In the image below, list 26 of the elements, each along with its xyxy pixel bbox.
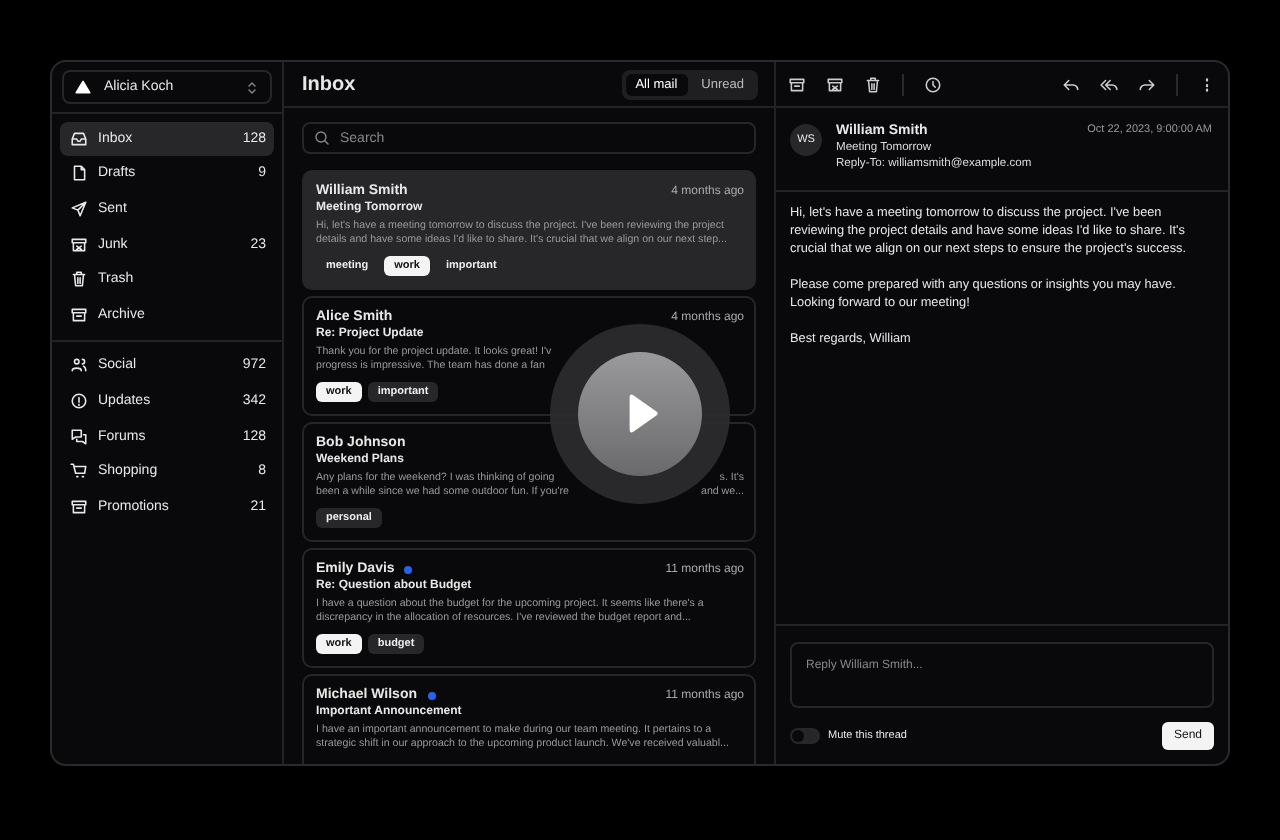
chat-icon <box>70 427 88 446</box>
inbox-icon <box>70 129 88 148</box>
alert-icon <box>70 391 88 410</box>
people-icon <box>70 356 88 375</box>
junk-bin-icon <box>70 235 88 254</box>
mail-card[interactable] <box>302 170 756 290</box>
reply-all-icon[interactable] <box>1100 75 1118 93</box>
mail-card[interactable] <box>302 674 756 764</box>
archive-icon <box>70 305 88 324</box>
search-icon <box>314 130 330 146</box>
send-icon <box>70 199 88 218</box>
inbox-title: Inbox <box>302 73 356 95</box>
file-icon <box>70 164 88 183</box>
cart-icon <box>70 462 88 481</box>
clock-icon[interactable] <box>924 75 942 93</box>
triangle-logo-icon <box>74 78 92 96</box>
chevrons-icon <box>244 79 260 95</box>
mute-toggle[interactable] <box>790 728 820 744</box>
reply-icon[interactable] <box>1062 75 1080 93</box>
junk-bin-icon[interactable] <box>826 75 844 93</box>
trash-icon[interactable] <box>864 75 882 93</box>
mail-card[interactable] <box>302 548 756 668</box>
archive-icon <box>70 497 88 516</box>
archive-icon[interactable] <box>788 75 806 93</box>
trash-icon <box>70 270 88 289</box>
forward-icon[interactable] <box>1138 75 1156 93</box>
